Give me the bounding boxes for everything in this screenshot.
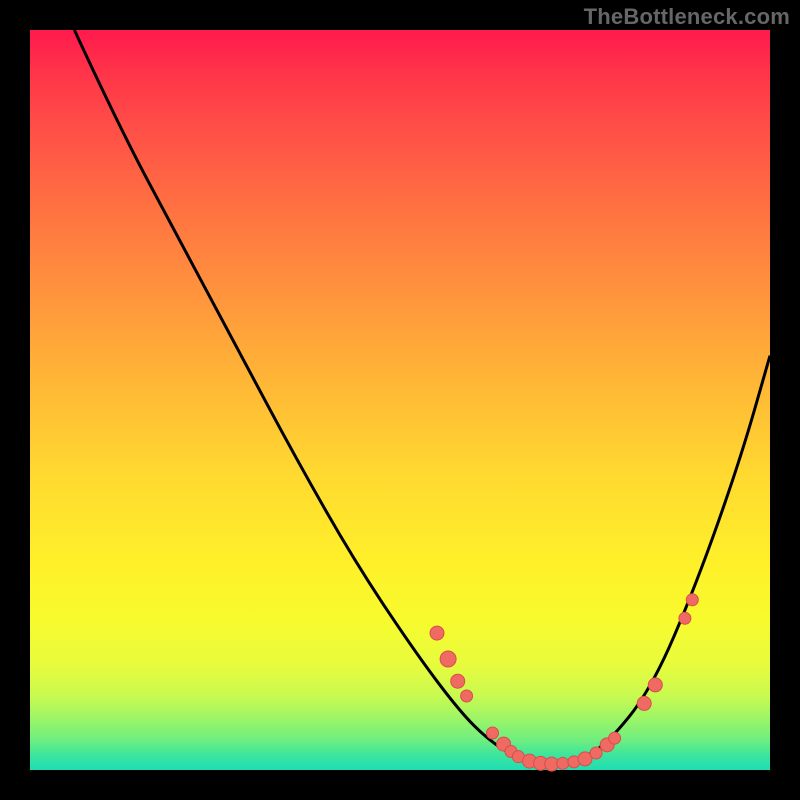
- data-dot: [487, 727, 499, 739]
- watermark-text: TheBottleneck.com: [584, 4, 790, 30]
- data-dot: [609, 732, 621, 744]
- data-dot: [430, 626, 444, 640]
- data-dot: [451, 674, 465, 688]
- chart-frame: TheBottleneck.com: [0, 0, 800, 800]
- data-dot: [686, 594, 698, 606]
- curve-svg: [30, 30, 770, 770]
- data-dot: [557, 757, 569, 769]
- plot-area: [30, 30, 770, 770]
- data-dots: [430, 594, 698, 771]
- data-dot: [637, 696, 651, 710]
- bottleneck-curve: [74, 30, 770, 763]
- data-dot: [679, 612, 691, 624]
- data-dot: [461, 690, 473, 702]
- data-dot: [648, 678, 662, 692]
- data-dot: [440, 651, 456, 667]
- data-dot: [590, 747, 602, 759]
